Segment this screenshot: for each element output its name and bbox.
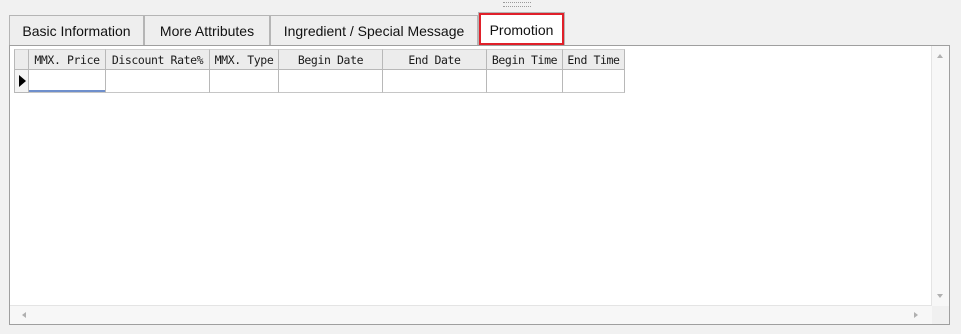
scroll-left-icon[interactable]: [22, 312, 26, 318]
grid-header-row: MMX. Price Discount Rate% MMX. Type Begi…: [14, 49, 625, 70]
tab-more-attributes[interactable]: More Attributes: [144, 15, 270, 45]
tab-basic-information[interactable]: Basic Information: [9, 15, 144, 45]
scroll-right-icon[interactable]: [914, 312, 918, 318]
cell-begin-time[interactable]: [487, 70, 563, 93]
cell-begin-date[interactable]: [279, 70, 383, 93]
column-header-end-date[interactable]: End Date: [383, 49, 487, 70]
tab-promotion[interactable]: Promotion: [478, 12, 565, 46]
cell-mmx-type[interactable]: [210, 70, 279, 93]
vertical-scrollbar[interactable]: [931, 46, 949, 306]
cell-mmx-price[interactable]: [29, 70, 106, 93]
promotion-panel: MMX. Price Discount Rate% MMX. Type Begi…: [9, 45, 950, 325]
current-row-arrow-icon: [19, 75, 26, 87]
resize-grip[interactable]: [503, 2, 531, 7]
scroll-down-icon[interactable]: [937, 294, 943, 298]
cell-end-time[interactable]: [563, 70, 625, 93]
tab-ingredient-special-message[interactable]: Ingredient / Special Message: [270, 15, 478, 45]
column-header-discount-rate[interactable]: Discount Rate%: [106, 49, 210, 70]
column-header-end-time[interactable]: End Time: [563, 49, 625, 70]
scroll-up-icon[interactable]: [937, 54, 943, 58]
cell-discount-rate[interactable]: [106, 70, 210, 93]
column-header-begin-date[interactable]: Begin Date: [279, 49, 383, 70]
scrollbar-corner: [932, 306, 949, 324]
column-header-begin-time[interactable]: Begin Time: [487, 49, 563, 70]
grid-corner: [14, 49, 29, 70]
window-frame: Basic Information More Attributes Ingred…: [0, 0, 961, 334]
cell-end-date[interactable]: [383, 70, 487, 93]
table-row: [14, 70, 625, 93]
column-header-mmx-type[interactable]: MMX. Type: [210, 49, 279, 70]
column-header-mmx-price[interactable]: MMX. Price: [29, 49, 106, 70]
tab-bar: Basic Information More Attributes Ingred…: [9, 12, 951, 46]
row-selector[interactable]: [14, 70, 29, 93]
horizontal-scrollbar[interactable]: [10, 305, 932, 324]
